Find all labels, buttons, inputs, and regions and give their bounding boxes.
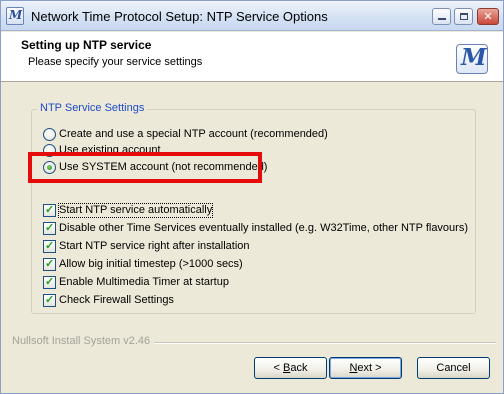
ntp-logo-icon: M [456,44,488,74]
checkmark-icon: ✓ [45,204,55,216]
checkbox[interactable]: ✓ [43,258,56,271]
maximize-icon [460,13,468,20]
maximize-button[interactable] [454,8,473,25]
group-legend: NTP Service Settings [37,102,148,114]
radio-button[interactable] [43,128,56,141]
close-icon: ✕ [483,10,493,23]
minimize-icon [438,18,446,20]
page-subtitle: Please specify your service settings [28,56,203,68]
checkbox-label: Enable Multimedia Timer at startup [59,276,229,288]
checkmark-icon: ✓ [45,222,55,234]
checkbox-label: Disable other Time Services eventually i… [59,222,468,234]
checkbox-label: Start NTP service automatically [57,203,214,218]
checkmark-icon: ✓ [45,258,55,270]
close-button[interactable]: ✕ [477,8,499,25]
back-button[interactable]: < Back [254,357,327,379]
checkmark-icon: ✓ [45,276,55,288]
cancel-button[interactable]: Cancel [417,357,490,379]
app-icon[interactable]: M [6,7,24,25]
checkbox-label: Allow big initial timestep (>1000 secs) [59,258,243,270]
window-title: Network Time Protocol Setup: NTP Service… [31,9,328,24]
checkmark-icon: ✓ [45,294,55,306]
checkbox[interactable]: ✓ [43,222,56,235]
minimize-button[interactable] [432,8,451,25]
title-bar[interactable]: M Network Time Protocol Setup: NTP Servi… [1,1,503,31]
checkbox[interactable]: ✓ [43,276,56,289]
next-button[interactable]: Next > [329,357,402,379]
radio-label: Create and use a special NTP account (re… [59,128,328,140]
page-title: Setting up NTP service [21,38,152,52]
checkmark-icon: ✓ [45,240,55,252]
checkbox[interactable]: ✓ [43,204,56,217]
header-panel: Setting up NTP service Please specify yo… [1,32,503,82]
highlight-box [28,152,262,183]
checkbox[interactable]: ✓ [43,240,56,253]
setup-window: M Network Time Protocol Setup: NTP Servi… [0,0,504,394]
checkbox[interactable]: ✓ [43,294,56,307]
checkbox-label: Check Firewall Settings [59,294,174,306]
installer-branding: Nullsoft Install System v2.46 [12,335,155,347]
checkbox-label: Start NTP service right after installati… [59,240,250,252]
